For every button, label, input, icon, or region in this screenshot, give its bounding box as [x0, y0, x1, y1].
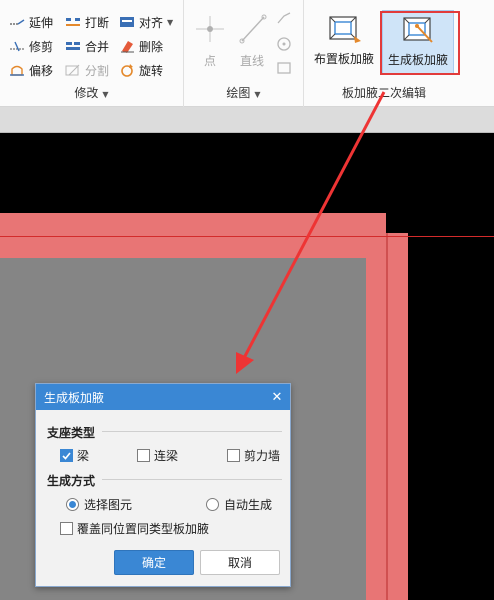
- modify-group-label[interactable]: 修改 ▼: [0, 84, 183, 101]
- extend-icon: [8, 14, 26, 30]
- break-icon: [64, 14, 82, 30]
- support-shear-wall-checkbox[interactable]: 剪力墙: [227, 447, 280, 464]
- support-shear-wall-label: 剪力墙: [244, 449, 281, 463]
- auto-generate-radio[interactable]: 自动生成: [206, 496, 272, 513]
- ribbon: 延伸 打断 对齐 ▼ 修剪 合并 删除 偏移 分割 旋转 修改 ▼ 点 直线 绘…: [0, 0, 494, 107]
- auto-generate-label: 自动生成: [224, 498, 273, 512]
- merge-label: 合并: [85, 39, 110, 54]
- select-element-label: 选择图元: [84, 498, 133, 512]
- cancel-button[interactable]: 取消: [200, 550, 280, 575]
- trim-label: 修剪: [29, 39, 54, 54]
- drawing-tabs-strip: [0, 107, 494, 133]
- extend-label: 延伸: [29, 15, 54, 30]
- line-icon[interactable]: [238, 14, 268, 47]
- select-element-radio[interactable]: 选择图元: [66, 496, 132, 513]
- rotate-label: 旋转: [139, 63, 164, 78]
- merge-button[interactable]: 合并: [64, 36, 109, 56]
- checkbox-checked-icon: [60, 449, 73, 462]
- rotate-button[interactable]: 旋转: [118, 60, 163, 80]
- ok-button[interactable]: 确定: [114, 550, 194, 575]
- offset-button[interactable]: 偏移: [8, 60, 53, 80]
- break-button[interactable]: 打断: [64, 12, 109, 32]
- checkbox-icon: [227, 449, 240, 462]
- polyline-icon[interactable]: [276, 10, 292, 29]
- beam-axis-line: [0, 236, 494, 237]
- dialog-title-bar[interactable]: 生成板加腋 ✕: [36, 384, 290, 410]
- offset-label: 偏移: [29, 63, 54, 78]
- chevron-down-icon: ▼: [102, 90, 109, 99]
- generate-haunch-dialog: 生成板加腋 ✕ 支座类型 梁 连梁 剪力墙 生成方式 选择图元 自动生成 覆盖同…: [35, 383, 291, 587]
- top-beam-shape[interactable]: [0, 213, 386, 233]
- draw-group: 点 直线 绘图 ▼: [184, 0, 304, 107]
- override-label: 覆盖同位置同类型板加腋: [77, 522, 210, 536]
- generation-method-heading: 生成方式: [47, 474, 96, 488]
- draw-group-title: 绘图: [226, 86, 251, 100]
- line-label[interactable]: 直线: [240, 52, 264, 69]
- place-haunch-label: 布置板加腋: [313, 52, 374, 66]
- delete-button[interactable]: 删除: [118, 36, 163, 56]
- support-coupling-beam-checkbox[interactable]: 连梁: [137, 447, 178, 464]
- right-beam-shape[interactable]: [386, 233, 408, 600]
- override-checkbox[interactable]: 覆盖同位置同类型板加腋: [60, 520, 209, 537]
- generation-method-divider: [102, 479, 282, 480]
- radio-icon: [206, 498, 219, 511]
- rectangle-icon[interactable]: [276, 60, 292, 79]
- modify-group: 延伸 打断 对齐 ▼ 修剪 合并 删除 偏移 分割 旋转 修改 ▼: [0, 0, 184, 107]
- haunch-group-label: 板加腋二次编辑: [304, 84, 464, 101]
- support-type-divider: [102, 431, 282, 432]
- align-dropdown-icon[interactable]: ▼: [167, 18, 173, 27]
- trim-icon: [8, 38, 26, 54]
- modify-group-title: 修改: [74, 86, 99, 100]
- break-label: 打断: [85, 15, 110, 30]
- highlight-box: [380, 11, 460, 75]
- split-button[interactable]: 分割: [64, 60, 109, 80]
- radio-selected-icon: [66, 498, 79, 511]
- dialog-title: 生成板加腋: [44, 390, 105, 405]
- place-haunch-icon: [326, 14, 362, 44]
- split-label: 分割: [85, 63, 110, 78]
- support-coupling-beam-label: 连梁: [154, 449, 179, 463]
- point-label[interactable]: 点: [204, 52, 216, 69]
- chevron-down-icon: ▼: [254, 90, 261, 99]
- offset-icon: [8, 62, 26, 78]
- circle-icon[interactable]: [276, 36, 292, 55]
- support-beam-label: 梁: [77, 449, 90, 463]
- align-label: 对齐: [139, 15, 164, 30]
- eraser-icon: [118, 38, 136, 54]
- haunch-group-title: 板加腋二次编辑: [341, 86, 426, 100]
- trim-button[interactable]: 修剪: [8, 36, 53, 56]
- checkbox-icon: [60, 522, 73, 535]
- draw-group-label[interactable]: 绘图 ▼: [184, 84, 303, 101]
- align-button[interactable]: 对齐 ▼: [118, 12, 173, 32]
- place-haunch-button[interactable]: 布置板加腋: [308, 10, 380, 74]
- split-icon: [64, 62, 82, 78]
- extend-button[interactable]: 延伸: [8, 12, 53, 32]
- merge-icon: [64, 38, 82, 54]
- align-icon: [118, 14, 136, 30]
- rotate-icon: [118, 62, 136, 78]
- support-beam-checkbox[interactable]: 梁: [60, 447, 89, 464]
- support-type-heading: 支座类型: [47, 426, 96, 440]
- point-icon[interactable]: [196, 14, 224, 47]
- close-icon[interactable]: ✕: [264, 384, 290, 410]
- checkbox-icon: [137, 449, 150, 462]
- delete-label: 删除: [139, 39, 164, 54]
